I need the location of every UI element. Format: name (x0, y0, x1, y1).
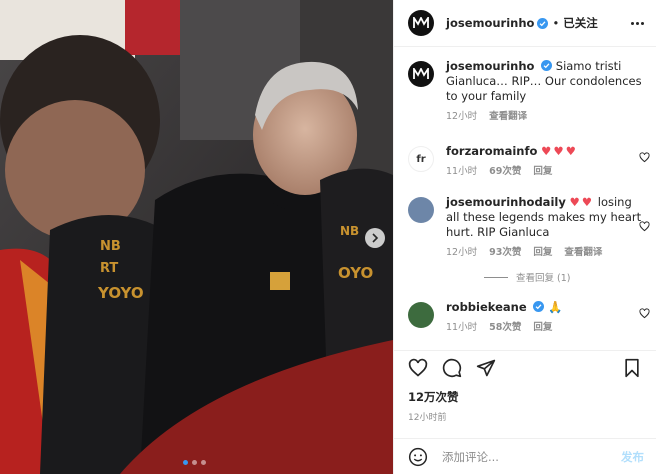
header-separator: • (552, 16, 560, 30)
comment-input[interactable] (442, 449, 621, 464)
red-hearts-emoji: ♥♥ (569, 195, 595, 209)
verified-badge-icon (541, 60, 553, 71)
comment-time: 11小时 (446, 166, 478, 177)
view-replies-button[interactable]: 查看回复 (1) (484, 270, 656, 284)
post-actions-bar (394, 350, 656, 385)
more-options-icon[interactable] (631, 21, 644, 25)
comment-meta: 11小时 58次赞 回复 (446, 320, 644, 335)
caption-avatar[interactable] (408, 61, 434, 87)
comment-like-heart-icon[interactable] (639, 221, 650, 232)
post-photo-image: NB RT YOYO OYO NB (0, 0, 393, 474)
caption-username[interactable]: josemourinho (446, 59, 534, 73)
carousel-dot (192, 460, 197, 465)
svg-text:YOYO: YOYO (97, 284, 144, 302)
carousel-dots (183, 460, 206, 465)
carousel-dot (183, 460, 188, 465)
caption-row: josemourinho Siamo tristi Gianluca… RIP…… (394, 59, 656, 124)
comment-likes[interactable]: 69次赞 (489, 164, 521, 179)
verified-badge-icon (537, 17, 549, 29)
likes-count[interactable]: 12万次赞 (408, 389, 459, 405)
red-hearts-emoji: ♥♥♥ (541, 144, 578, 158)
praying-hands-emoji: 🙏 (547, 300, 563, 314)
comment-row: josemourinhodaily ♥♥ losing all these le… (394, 195, 656, 260)
svg-text:NB: NB (340, 224, 359, 238)
share-icon[interactable] (476, 358, 496, 378)
reply-button[interactable]: 回复 (533, 245, 552, 260)
following-button[interactable]: 已关注 (563, 15, 598, 31)
header-username[interactable]: josemourinho (446, 16, 534, 30)
svg-text:NB: NB (100, 239, 121, 254)
post-side-panel: josemourinho • 已关注 josemourinho Siamo tr… (393, 0, 656, 474)
comment-like-heart-icon[interactable] (639, 308, 650, 319)
jose-mourinho-logo-avatar[interactable] (408, 10, 434, 36)
reply-button[interactable]: 回复 (533, 164, 552, 179)
comment-row: robbiekeane 🙏 11小时 58次赞 回复 (394, 300, 656, 335)
see-translation-link[interactable]: 查看翻译 (564, 245, 602, 260)
bookmark-icon[interactable] (622, 358, 642, 378)
comment-username[interactable]: robbiekeane (446, 300, 527, 314)
jm-logo-icon (413, 68, 429, 79)
comment-likes[interactable]: 58次赞 (489, 320, 521, 335)
carousel-next-button[interactable] (365, 228, 385, 248)
comment-like-heart-icon[interactable] (639, 152, 650, 163)
chevron-right-icon (372, 233, 379, 243)
reply-button[interactable]: 回复 (533, 320, 552, 335)
post-photo[interactable]: NB RT YOYO OYO NB (0, 0, 393, 474)
comment-meta: 11小时 69次赞 回复 (446, 164, 644, 179)
comment-username[interactable]: forzaromainfo (446, 144, 537, 158)
add-comment-bar: 发布 (394, 438, 656, 474)
comment-row: fr forzaromainfo ♥♥♥ 11小时 69次赞 回复 (394, 144, 656, 179)
comment-time: 11小时 (446, 322, 478, 333)
post-header: josemourinho • 已关注 (394, 0, 656, 47)
comment-avatar[interactable] (408, 302, 434, 328)
comment-avatar[interactable] (408, 197, 434, 223)
post-comment-button[interactable]: 发布 (621, 449, 644, 465)
comment-likes[interactable]: 93次赞 (489, 245, 521, 260)
caption-meta: 12小时 查看翻译 (446, 109, 644, 124)
caption-time: 12小时 (446, 111, 478, 122)
comment-username[interactable]: josemourinhodaily (446, 195, 566, 209)
comment-meta: 12小时 93次赞 回复 查看翻译 (446, 245, 644, 260)
view-replies-label: 查看回复 (1) (516, 273, 571, 284)
svg-text:OYO: OYO (338, 264, 373, 282)
heart-icon[interactable] (408, 358, 428, 378)
carousel-dot (201, 460, 206, 465)
svg-text:RT: RT (100, 261, 118, 276)
emoji-icon[interactable] (408, 447, 428, 467)
see-translation-link[interactable]: 查看翻译 (489, 109, 527, 124)
comments-list[interactable]: josemourinho Siamo tristi Gianluca… RIP…… (394, 47, 656, 349)
comment-time: 12小时 (446, 247, 478, 258)
comment-icon[interactable] (442, 358, 462, 378)
comment-avatar[interactable]: fr (408, 146, 434, 172)
post-time: 12小时前 (408, 413, 447, 423)
verified-badge-icon (533, 301, 545, 312)
jm-logo-icon (413, 17, 429, 28)
replies-divider (484, 276, 508, 278)
forzaroma-logo-text: fr (416, 153, 426, 165)
